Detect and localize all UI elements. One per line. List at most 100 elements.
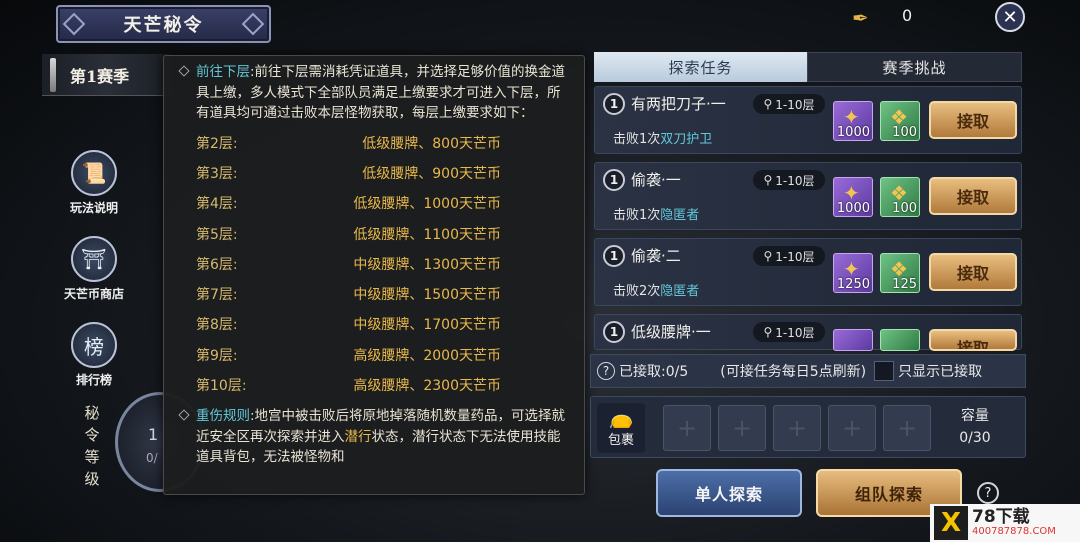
floor-requirement: 中级腰牌、1300天芒币: [353, 256, 501, 273]
inventory-slot[interactable]: +: [663, 405, 711, 451]
page-title: 天芒秘令: [123, 15, 204, 36]
floor-name: 第2层:: [196, 135, 238, 152]
task-floor-range: ⚲ 1-10层: [753, 170, 825, 190]
accepted-count: 已接取:0/5: [619, 364, 689, 380]
reward-token-item[interactable]: ❖ 100: [880, 177, 920, 217]
reward-coin-item[interactable]: ✦ 1000: [833, 101, 873, 141]
floor-requirement: 低级腰牌、1100天芒币: [353, 226, 501, 243]
floor-row: 第9层: 高级腰牌、2000天芒币: [196, 340, 570, 370]
season-tab[interactable]: 第1赛季: [42, 54, 172, 96]
capacity-value: 0/30: [959, 430, 991, 446]
diamond-bullet-icon: [178, 65, 190, 77]
task-desc-prefix: 击败2次: [613, 284, 661, 299]
close-icon: ✕: [1002, 6, 1018, 28]
help-icon[interactable]: ?: [977, 482, 999, 504]
stealth-keyword: 潜行: [344, 428, 372, 445]
inventory-bar: 👝 包裹 + + + + + 容量 0/30: [590, 396, 1026, 458]
task-card[interactable]: 1 有两把刀子·一 ⚲ 1-10层 击败1次双刀护卫 ✦ 1000 ❖ 100 接取: [594, 86, 1022, 154]
rules-tooltip: 前往下层:前往下层需消耗凭证道具，并选择足够价值的换金道具上缴，多人模式下全部队…: [163, 55, 585, 495]
reward-amount: 1250: [836, 277, 870, 292]
reward-coin-item[interactable]: ✦ 1000: [833, 177, 873, 217]
task-name: 偷袭·二: [631, 247, 681, 265]
descend-rule: 前往下层:前往下层需消耗凭证道具，并选择足够价值的换金道具上缴，多人模式下全部队…: [178, 62, 570, 124]
tab-season-challenge[interactable]: 赛季挑战: [807, 52, 1022, 82]
floor-name: 第4层:: [196, 196, 238, 213]
task-target: 双刀护卫: [660, 132, 713, 147]
task-index-badge: 1: [603, 93, 625, 115]
help-icon[interactable]: ?: [597, 362, 615, 380]
accept-button[interactable]: 接取: [929, 177, 1017, 215]
task-desc-prefix: 击败1次: [613, 208, 661, 223]
watermark-brand: 78下载: [972, 507, 1030, 527]
floor-row: 第3层: 低级腰牌、900天芒币: [196, 158, 570, 188]
location-pin-icon: ⚲: [763, 97, 773, 111]
ornament-icon: [241, 12, 265, 36]
accept-button[interactable]: 接取: [929, 253, 1017, 291]
reward-coin-item[interactable]: [833, 329, 873, 351]
task-tabs: 探索任务 赛季挑战: [594, 52, 1022, 82]
rank-label: 排行榜: [75, 373, 112, 387]
reward-token-item[interactable]: [880, 329, 920, 351]
task-card[interactable]: 1 偷袭·一 ⚲ 1-10层击败1次隐匿者 ✦ 1000 ❖ 100 接取: [594, 162, 1022, 230]
accept-button[interactable]: 接取: [929, 329, 1017, 351]
task-name: 低级腰牌·一: [631, 323, 711, 341]
rules-button[interactable]: 📜 玩法说明: [44, 150, 144, 216]
floor-row: 第6层: 中级腰牌、1300天芒币: [196, 249, 570, 279]
task-target: 隐匿者: [660, 208, 700, 223]
floor-name: 第9层:: [196, 347, 238, 364]
floor-name: 第6层:: [196, 256, 238, 273]
floor-requirement: 低级腰牌、900天芒币: [362, 165, 501, 182]
task-floor-range-text: 1-10层: [775, 249, 815, 264]
reward-coin-item[interactable]: ✦ 1250: [833, 253, 873, 293]
task-floor-range: ⚲ 1-10层: [753, 322, 825, 342]
rank-badge-icon: 榜: [71, 322, 117, 368]
close-button[interactable]: ✕: [995, 2, 1025, 32]
descend-rule-text: :前往下层需消耗凭证道具，并选择足够价值的换金道具上缴，多人模式下全部队员满足上…: [196, 64, 566, 121]
task-desc-prefix: 击败1次: [613, 132, 661, 147]
location-pin-icon: ⚲: [763, 325, 773, 339]
task-floor-range-text: 1-10层: [775, 173, 815, 188]
bag-icon: 👝: [608, 405, 634, 429]
reward-token-item[interactable]: ❖ 100: [880, 101, 920, 141]
floor-requirements: 第2层: 低级腰牌、800天芒币第3层: 低级腰牌、900天芒币第4层: 低级腰牌、1…: [196, 128, 570, 401]
rank-button[interactable]: 榜 排行榜: [44, 322, 144, 388]
tab-explore-tasks[interactable]: 探索任务: [594, 52, 807, 82]
title-plate: 天芒秘令: [56, 5, 271, 43]
floor-row: 第4层: 低级腰牌、1000天芒币: [196, 188, 570, 218]
reward-token-item[interactable]: ❖ 125: [880, 253, 920, 293]
task-card[interactable]: 1 低级腰牌·一 ⚲ 1-10层 接取: [594, 314, 1022, 351]
accepted-only-label: 只显示已接取: [898, 364, 983, 380]
task-index-badge: 1: [603, 321, 625, 343]
floor-requirement: 高级腰牌、2000天芒币: [353, 347, 501, 364]
reward-amount: 100: [892, 125, 917, 140]
injury-rule: 重伤规则:地宫中被击败后将原地掉落随机数量药品，可选择就近安全区再次探索并进入潜…: [178, 406, 570, 468]
shop-icon: ⛩: [71, 236, 117, 282]
season-label: 第1赛季: [70, 66, 130, 86]
shop-button[interactable]: ⛩ 天芒币商店: [44, 236, 144, 302]
diamond-bullet-icon: [178, 409, 190, 421]
floor-requirement: 中级腰牌、1700天芒币: [353, 317, 501, 334]
floor-requirement: 低级腰牌、800天芒币: [362, 135, 501, 152]
rank-level-value: 1: [148, 425, 159, 444]
inventory-slot[interactable]: +: [773, 405, 821, 451]
floor-name: 第10层:: [196, 378, 247, 395]
location-pin-icon: ⚲: [763, 173, 773, 187]
task-card[interactable]: 1 偷袭·二 ⚲ 1-10层 击败2次隐匿者 ✦ 1250 ❖ 125 接取: [594, 238, 1022, 306]
location-pin-icon: ⚲: [763, 249, 773, 263]
reward-amount: 1000: [836, 201, 870, 216]
inventory-slot[interactable]: +: [883, 405, 931, 451]
floor-requirement: 低级腰牌、1000天芒币: [353, 196, 501, 213]
inventory-slot[interactable]: +: [828, 405, 876, 451]
bag-button[interactable]: 👝 包裹: [597, 403, 645, 453]
task-name: 偷袭·一: [631, 171, 681, 189]
rules-label: 玩法说明: [69, 201, 118, 215]
solo-explore-button[interactable]: 单人探索: [656, 469, 802, 517]
reward-amount: 125: [892, 277, 917, 292]
floor-name: 第8层:: [196, 317, 238, 334]
task-index-badge: 1: [603, 169, 625, 191]
inventory-slot[interactable]: +: [718, 405, 766, 451]
floor-name: 第7层:: [196, 287, 238, 304]
floor-requirement: 高级腰牌、2300天芒币: [353, 378, 501, 395]
accept-button[interactable]: 接取: [929, 101, 1017, 139]
accepted-only-checkbox[interactable]: [874, 361, 895, 381]
